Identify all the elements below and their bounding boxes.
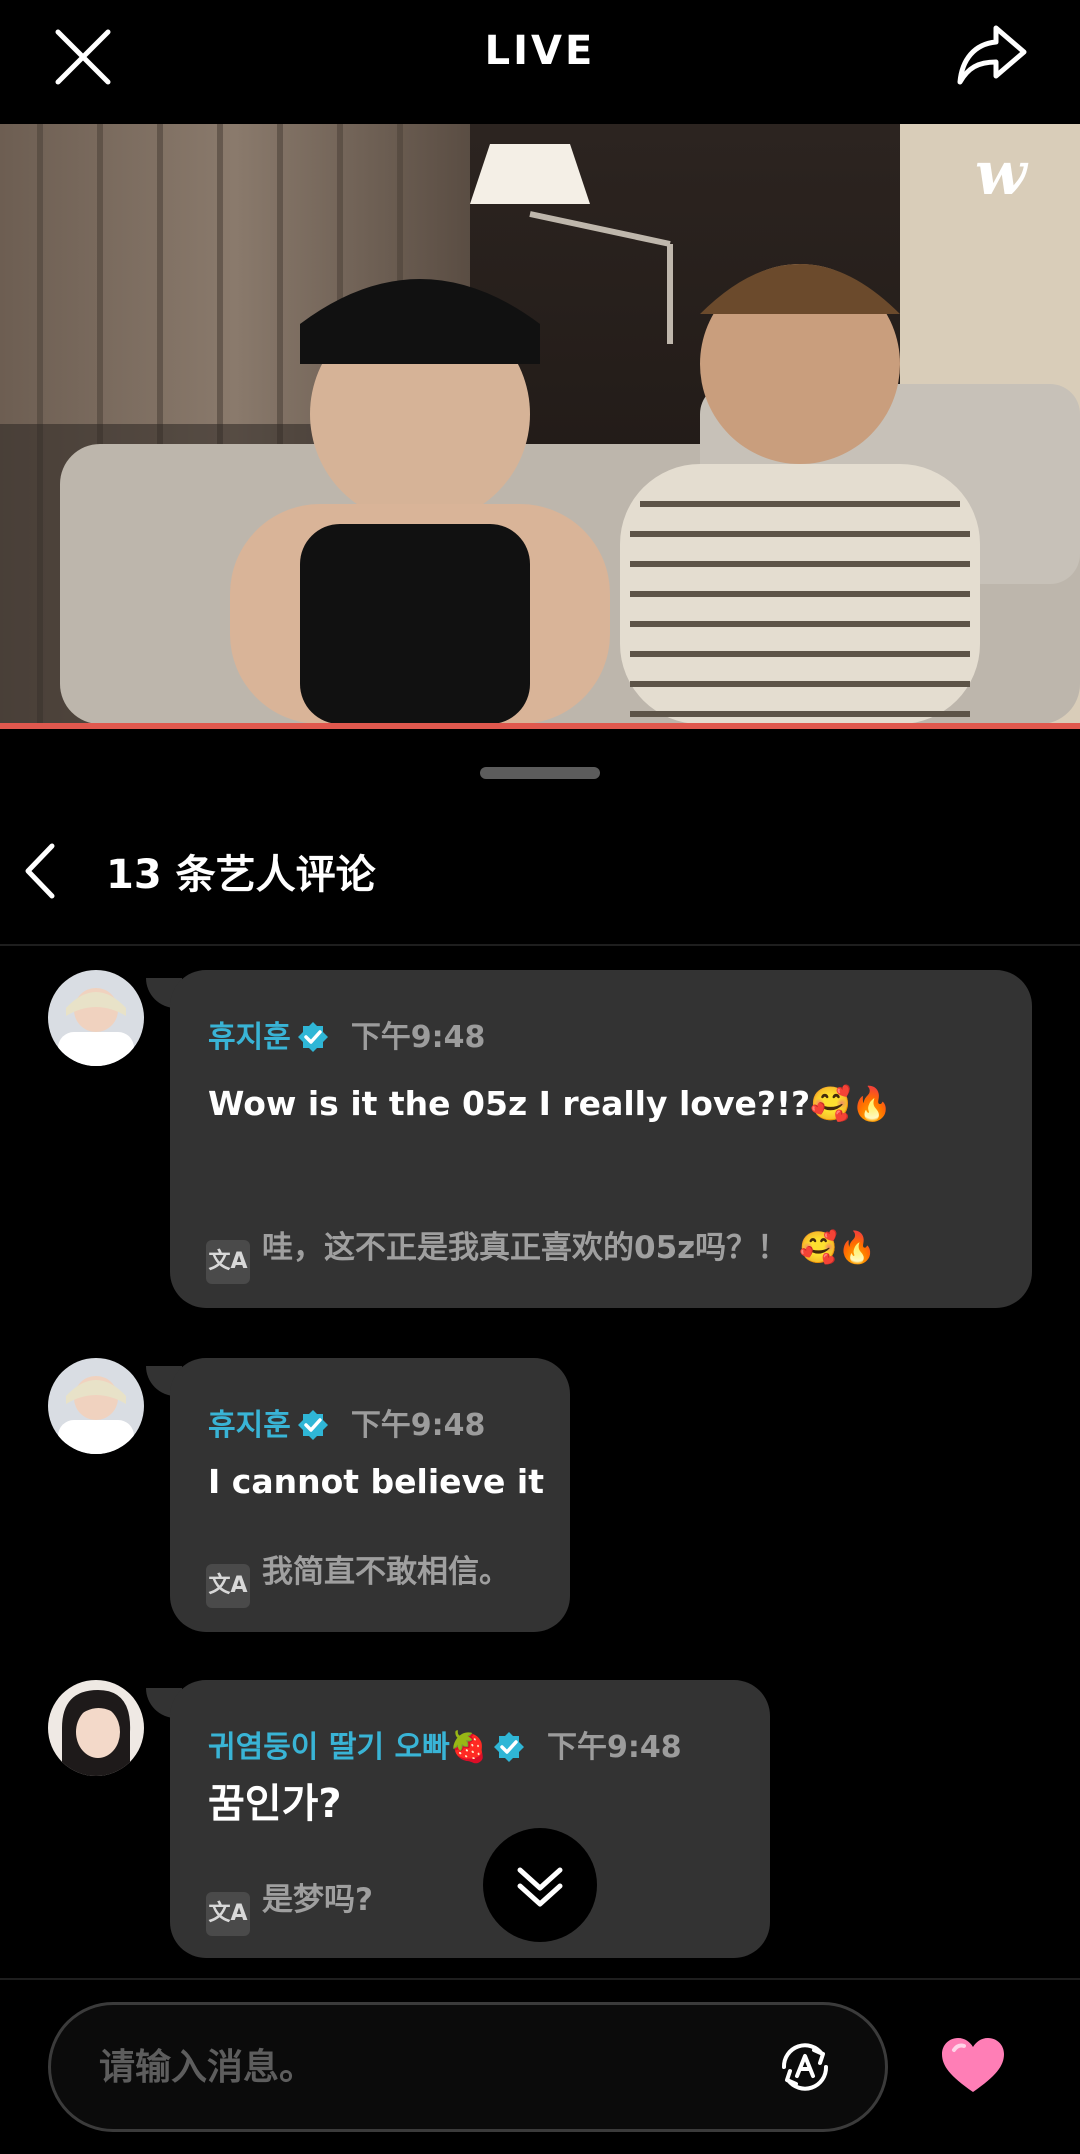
comment-author[interactable]: 귀염둥이 딸기 오빠🍓	[208, 1730, 487, 1765]
scroll-to-bottom-button[interactable]	[483, 1828, 597, 1942]
top-bar: LIVE	[0, 0, 1080, 120]
composer-bar	[0, 1978, 1080, 2154]
comment-translation: 文A 是梦吗?	[206, 1874, 373, 1936]
heart-icon	[942, 2038, 1004, 2092]
video-frame: w	[0, 124, 1080, 724]
page-title: LIVE	[484, 28, 596, 74]
chevron-left-icon	[25, 843, 55, 899]
message-input[interactable]	[48, 2002, 888, 2132]
comment-bubble[interactable]: 휴지훈 下午9:48 Wow is it the 05z I really lov…	[170, 970, 1032, 1308]
avatar[interactable]	[48, 1358, 144, 1454]
watermark-logo: w	[975, 139, 1029, 209]
avatar[interactable]	[48, 1680, 144, 1776]
comment-time: 下午9:48	[350, 1408, 486, 1443]
comment-text: I cannot believe it	[208, 1462, 544, 1501]
comment-bubble[interactable]: 휴지훈 下午9:48 I cannot believe it 文A 我简直不敢相信。	[170, 1358, 570, 1632]
avatar[interactable]	[48, 970, 144, 1066]
share-icon	[957, 25, 1027, 85]
double-chevron-down-icon	[517, 1867, 563, 1907]
comment-translation-text: 我简直不敢相信。	[262, 1554, 510, 1590]
comments-title-label: 条艺人评论	[175, 852, 376, 898]
comment-translation: 文A 我简直不敢相信。	[206, 1546, 510, 1608]
verified-badge-icon	[297, 1021, 329, 1061]
auto-translate-icon	[781, 2043, 829, 2091]
translate-icon: 文A	[206, 1240, 250, 1284]
comments-header: 13 条艺人评论	[0, 820, 1080, 920]
comment-meta: 휴지훈 下午9:48	[208, 1012, 485, 1061]
verified-badge-icon	[297, 1409, 329, 1449]
translate-icon: 文A	[206, 1564, 250, 1608]
comment-author[interactable]: 휴지훈	[208, 1408, 291, 1443]
comment-text: Wow is it the 05z I really love?!?🥰🔥	[208, 1084, 893, 1123]
back-button[interactable]	[18, 840, 62, 902]
comment-translation: 文A 哇，这不正是我真正喜欢的05z吗？！ 🥰🔥	[206, 1222, 876, 1284]
comment-meta: 귀염둥이 딸기 오빠🍓 下午9:48	[208, 1722, 682, 1771]
share-button[interactable]	[956, 22, 1030, 88]
comment-bubble[interactable]: 귀염둥이 딸기 오빠🍓 下午9:48 꿈인가? 文A 是梦吗?	[170, 1680, 770, 1958]
comment-time: 下午9:48	[350, 1020, 486, 1055]
comment-translation-text: 是梦吗?	[262, 1882, 373, 1918]
live-progress-bar	[0, 723, 1080, 729]
translate-icon: 文A	[206, 1892, 250, 1936]
comment-count: 13	[106, 852, 162, 898]
drag-handle[interactable]	[480, 767, 600, 779]
verified-badge-icon	[493, 1731, 525, 1771]
comment-time: 下午9:48	[547, 1730, 682, 1765]
comments-title: 13 条艺人评论	[106, 842, 376, 900]
heart-button[interactable]	[940, 2036, 1006, 2096]
comment-text: 꿈인가?	[208, 1781, 342, 1827]
comment-author[interactable]: 휴지훈	[208, 1020, 291, 1055]
divider	[0, 944, 1080, 946]
comment-meta: 휴지훈 下午9:48	[208, 1400, 485, 1449]
comment-translation-text: 哇，这不正是我真正喜欢的05z吗？！ 🥰🔥	[262, 1230, 877, 1266]
auto-translate-button[interactable]	[774, 2036, 836, 2098]
live-video[interactable]: w	[0, 124, 1080, 724]
